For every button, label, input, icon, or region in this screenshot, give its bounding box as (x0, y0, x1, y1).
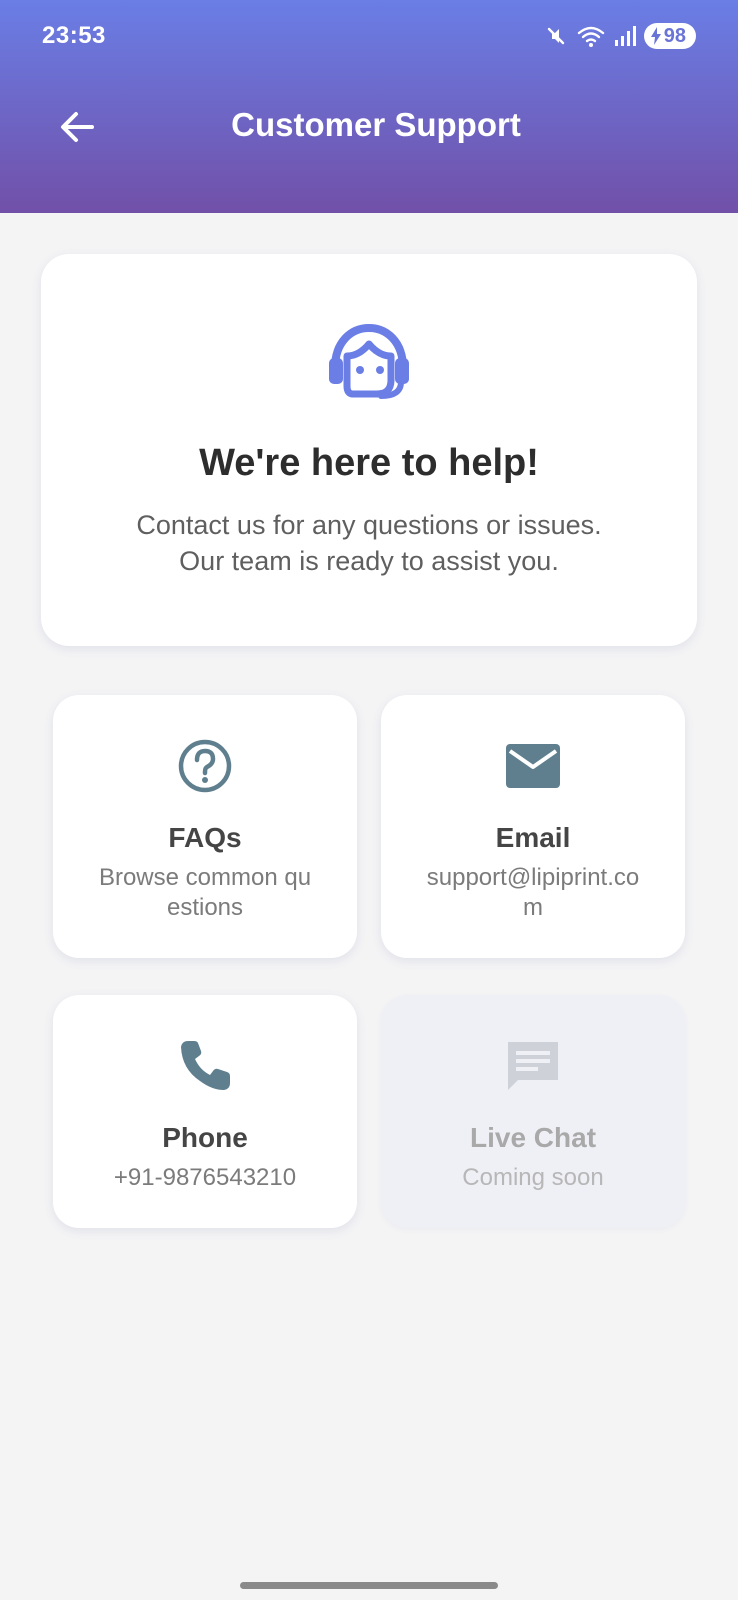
live-chat-title: Live Chat (469, 1122, 597, 1153)
phone-tile[interactable]: Phone +91-9876543210 (53, 995, 357, 1228)
support-agent-icon (325, 322, 413, 407)
battery-level: 98 (663, 24, 686, 47)
faqs-tile[interactable]: FAQs Browse common questions (53, 695, 357, 958)
home-indicator[interactable] (240, 1582, 498, 1589)
battery-charging-icon: 98 (643, 23, 696, 49)
app-header: 23:53 98 Customer Support (0, 0, 738, 213)
email-icon (381, 737, 685, 795)
signal-icon (614, 24, 636, 48)
hero-line-1: Contact us for any questions or issues. (136, 510, 602, 540)
live-chat-status: Coming soon (462, 1164, 604, 1191)
chat-icon (381, 1037, 685, 1095)
hero-card: We're here to help! Contact us for any q… (41, 254, 697, 646)
email-title: Email (495, 822, 571, 853)
hero-title: We're here to help! (199, 442, 539, 484)
wifi-icon (576, 24, 606, 48)
hero-description: Contact us for any questions or issues. … (41, 507, 697, 579)
mute-icon (544, 24, 568, 48)
faqs-subtitle: Browse common questions (98, 864, 312, 921)
help-circle-icon (53, 737, 357, 795)
phone-icon (53, 1037, 357, 1095)
page-title: Customer Support (231, 106, 521, 143)
live-chat-tile: Live Chat Coming soon (381, 995, 685, 1228)
email-tile[interactable]: Email support@lipiprint.com (381, 695, 685, 958)
status-time: 23:53 (42, 22, 106, 49)
phone-title: Phone (162, 1122, 248, 1153)
faqs-title: FAQs (168, 822, 242, 853)
email-address: support@lipiprint.com (426, 864, 640, 921)
phone-number: +91-9876543210 (113, 1164, 297, 1191)
hero-line-2: Our team is ready to assist you. (179, 546, 559, 576)
status-icons: 98 (544, 20, 696, 52)
